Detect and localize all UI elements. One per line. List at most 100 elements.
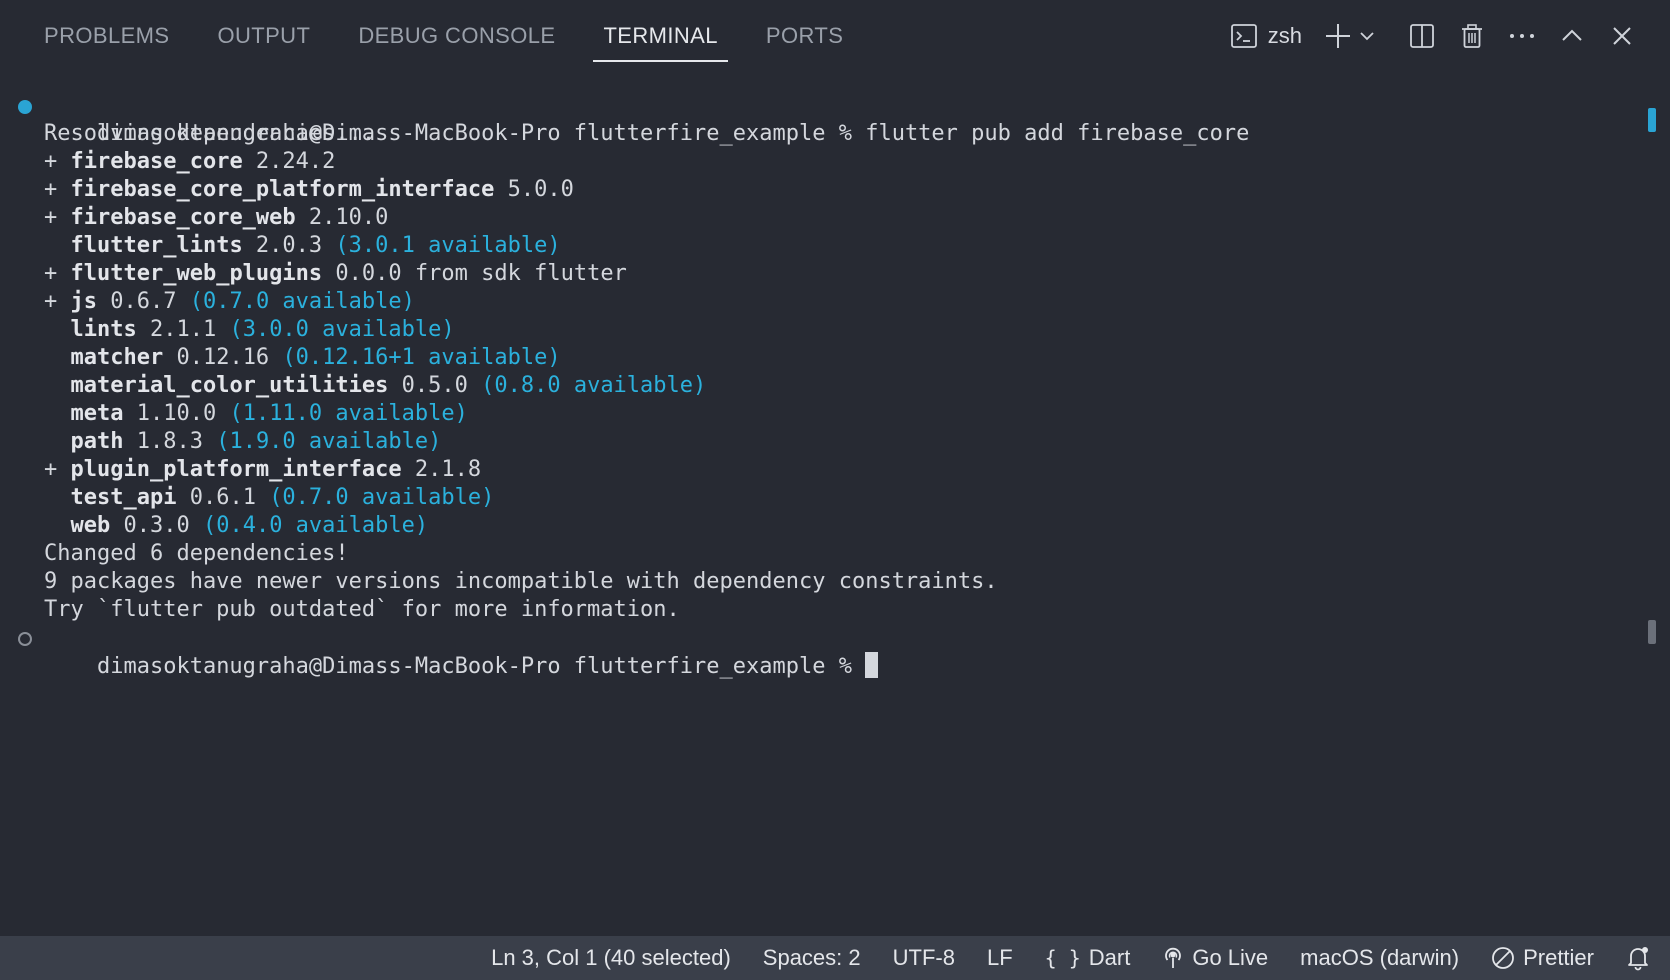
dependency-prefix	[44, 429, 71, 454]
more-actions-button[interactable]	[1502, 16, 1542, 56]
dependency-version: 2.10.0	[295, 205, 389, 230]
terminal-cursor	[865, 652, 879, 678]
tab-ports[interactable]: PORTS	[746, 0, 863, 72]
shell-prompt: dimasoktanugraha@Dimass-MacBook-Pro flut…	[96, 654, 866, 679]
dependency-name: flutter_web_plugins	[70, 261, 323, 286]
dependency-available: (3.0.1 available)	[335, 233, 561, 258]
command-success-decoration-icon[interactable]	[18, 100, 32, 114]
status-line-ending[interactable]: LF	[987, 945, 1013, 971]
status-go-live[interactable]: Go Live	[1162, 945, 1268, 971]
dependency-name: lints	[70, 317, 137, 342]
disabled-icon	[1491, 946, 1515, 970]
dependency-available: (0.12.16+1 available)	[282, 345, 561, 370]
dependency-available: (0.8.0 available)	[481, 373, 707, 398]
panel-header: PROBLEMS OUTPUT DEBUG CONSOLE TERMINAL P…	[0, 0, 1670, 72]
dependency-name: js	[70, 289, 98, 314]
tab-output[interactable]: OUTPUT	[197, 0, 330, 72]
dependency-prefix: +	[44, 177, 71, 202]
status-indentation[interactable]: Spaces: 2	[763, 945, 861, 971]
dependency-list: + firebase_core 2.24.2 + firebase_core_pl…	[0, 148, 1640, 540]
dependency-version: 2.1.1	[136, 317, 230, 342]
status-cursor-position[interactable]: Ln 3, Col 1 (40 selected)	[491, 945, 731, 971]
chevron-down-icon	[1358, 27, 1376, 45]
status-language[interactable]: { } Dart	[1045, 945, 1131, 971]
status-platform[interactable]: macOS (darwin)	[1300, 945, 1459, 971]
dependency-name: firebase_core_web	[70, 205, 296, 230]
terminal-line: Try `flutter pub outdated` for more info…	[44, 597, 680, 622]
launch-profile-button[interactable]	[1358, 16, 1376, 56]
dependency-version: 0.6.7	[97, 289, 190, 314]
dependency-version: 1.10.0	[123, 401, 230, 426]
tab-terminal[interactable]: TERMINAL	[583, 0, 737, 72]
dependency-name: material_color_utilities	[70, 373, 389, 398]
dependency-version: 0.5.0	[388, 373, 482, 398]
dependency-line: path 1.8.3 (1.9.0 available)	[0, 428, 1640, 456]
status-cursor-position-label: Ln 3, Col 1 (40 selected)	[491, 945, 731, 970]
dependency-name: plugin_platform_interface	[70, 457, 402, 482]
broadcast-icon	[1162, 946, 1184, 970]
new-terminal-button[interactable]	[1324, 16, 1352, 56]
braces-icon: { }	[1044, 946, 1081, 970]
dependency-version: 2.1.8	[401, 457, 482, 482]
dependency-line: web 0.3.0 (0.4.0 available)	[0, 512, 1640, 540]
terminal-output[interactable]: dimasoktanugraha@Dimass-MacBook-Pro flut…	[0, 92, 1640, 932]
status-language-label: Dart	[1088, 945, 1131, 970]
dependency-available: (1.11.0 available)	[229, 401, 468, 426]
dependency-version: 0.6.1	[176, 485, 270, 510]
dependency-available: (0.7.0 available)	[189, 289, 415, 314]
dependency-version: 0.0.0 from sdk flutter	[322, 261, 627, 286]
dependency-version: 2.0.3	[242, 233, 336, 258]
scrollbar-thumb[interactable]	[1648, 108, 1656, 132]
dependency-line: lints 2.1.1 (3.0.0 available)	[0, 316, 1640, 344]
dependency-name: web	[70, 513, 111, 538]
dependency-line: flutter_lints 2.0.3 (3.0.1 available)	[0, 232, 1640, 260]
ellipsis-icon	[1507, 22, 1537, 50]
bell-icon	[1626, 945, 1650, 971]
split-terminal-button[interactable]	[1402, 16, 1442, 56]
dependency-line: meta 1.10.0 (1.11.0 available)	[0, 400, 1640, 428]
scrollbar-marker	[1648, 620, 1656, 644]
dependency-name: firebase_core_platform_interface	[70, 177, 495, 202]
dependency-name: test_api	[70, 485, 177, 510]
status-indentation-label: Spaces: 2	[762, 945, 861, 970]
close-panel-button[interactable]	[1602, 16, 1642, 56]
dependency-name: path	[70, 429, 124, 454]
dependency-prefix	[44, 513, 71, 538]
dependency-prefix: +	[44, 205, 71, 230]
status-encoding[interactable]: UTF-8	[893, 945, 955, 971]
dependency-prefix	[44, 373, 71, 398]
dependency-version: 2.24.2	[242, 149, 336, 174]
dependency-line: + firebase_core 2.24.2	[0, 148, 1640, 176]
dependency-version: 0.3.0	[110, 513, 203, 538]
status-prettier-label: Prettier	[1523, 945, 1594, 970]
dependency-line: matcher 0.12.16 (0.12.16+1 available)	[0, 344, 1640, 372]
dependency-prefix: +	[44, 149, 71, 174]
panel-actions: zsh	[1230, 0, 1642, 72]
dependency-available: (0.7.0 available)	[269, 485, 495, 510]
dependency-line: material_color_utilities 0.5.0 (0.8.0 av…	[0, 372, 1640, 400]
trash-icon	[1458, 22, 1486, 50]
maximize-panel-button[interactable]	[1552, 16, 1592, 56]
dependency-available: (0.4.0 available)	[202, 513, 429, 538]
terminal-line: 9 packages have newer versions incompati…	[44, 569, 998, 594]
tab-problems[interactable]: PROBLEMS	[24, 0, 189, 72]
status-notifications[interactable]	[1626, 945, 1650, 971]
dependency-name: matcher	[70, 345, 164, 370]
dependency-prefix	[44, 485, 71, 510]
dependency-line: + flutter_web_plugins 0.0.0 from sdk flu…	[0, 260, 1640, 288]
terminal-scrollbar[interactable]	[1648, 100, 1656, 660]
terminal-select-button[interactable]: zsh	[1230, 16, 1302, 56]
dependency-prefix: +	[44, 289, 71, 314]
dependency-version: 0.12.16	[163, 345, 283, 370]
tab-debug-console[interactable]: DEBUG CONSOLE	[338, 0, 575, 72]
kill-terminal-button[interactable]	[1452, 16, 1492, 56]
terminal-line-command: dimasoktanugraha@Dimass-MacBook-Pro flut…	[0, 92, 1640, 146]
status-prettier[interactable]: Prettier	[1491, 945, 1594, 971]
dependency-name: meta	[70, 401, 124, 426]
command-pending-decoration-icon[interactable]	[18, 632, 32, 646]
dependency-prefix	[44, 317, 71, 342]
dependency-line: + js 0.6.7 (0.7.0 available)	[0, 288, 1640, 316]
status-bar: Ln 3, Col 1 (40 selected) Spaces: 2 UTF-…	[0, 936, 1670, 980]
terminal-line: Changed 6 dependencies!	[44, 541, 349, 566]
status-line-ending-label: LF	[986, 945, 1013, 970]
